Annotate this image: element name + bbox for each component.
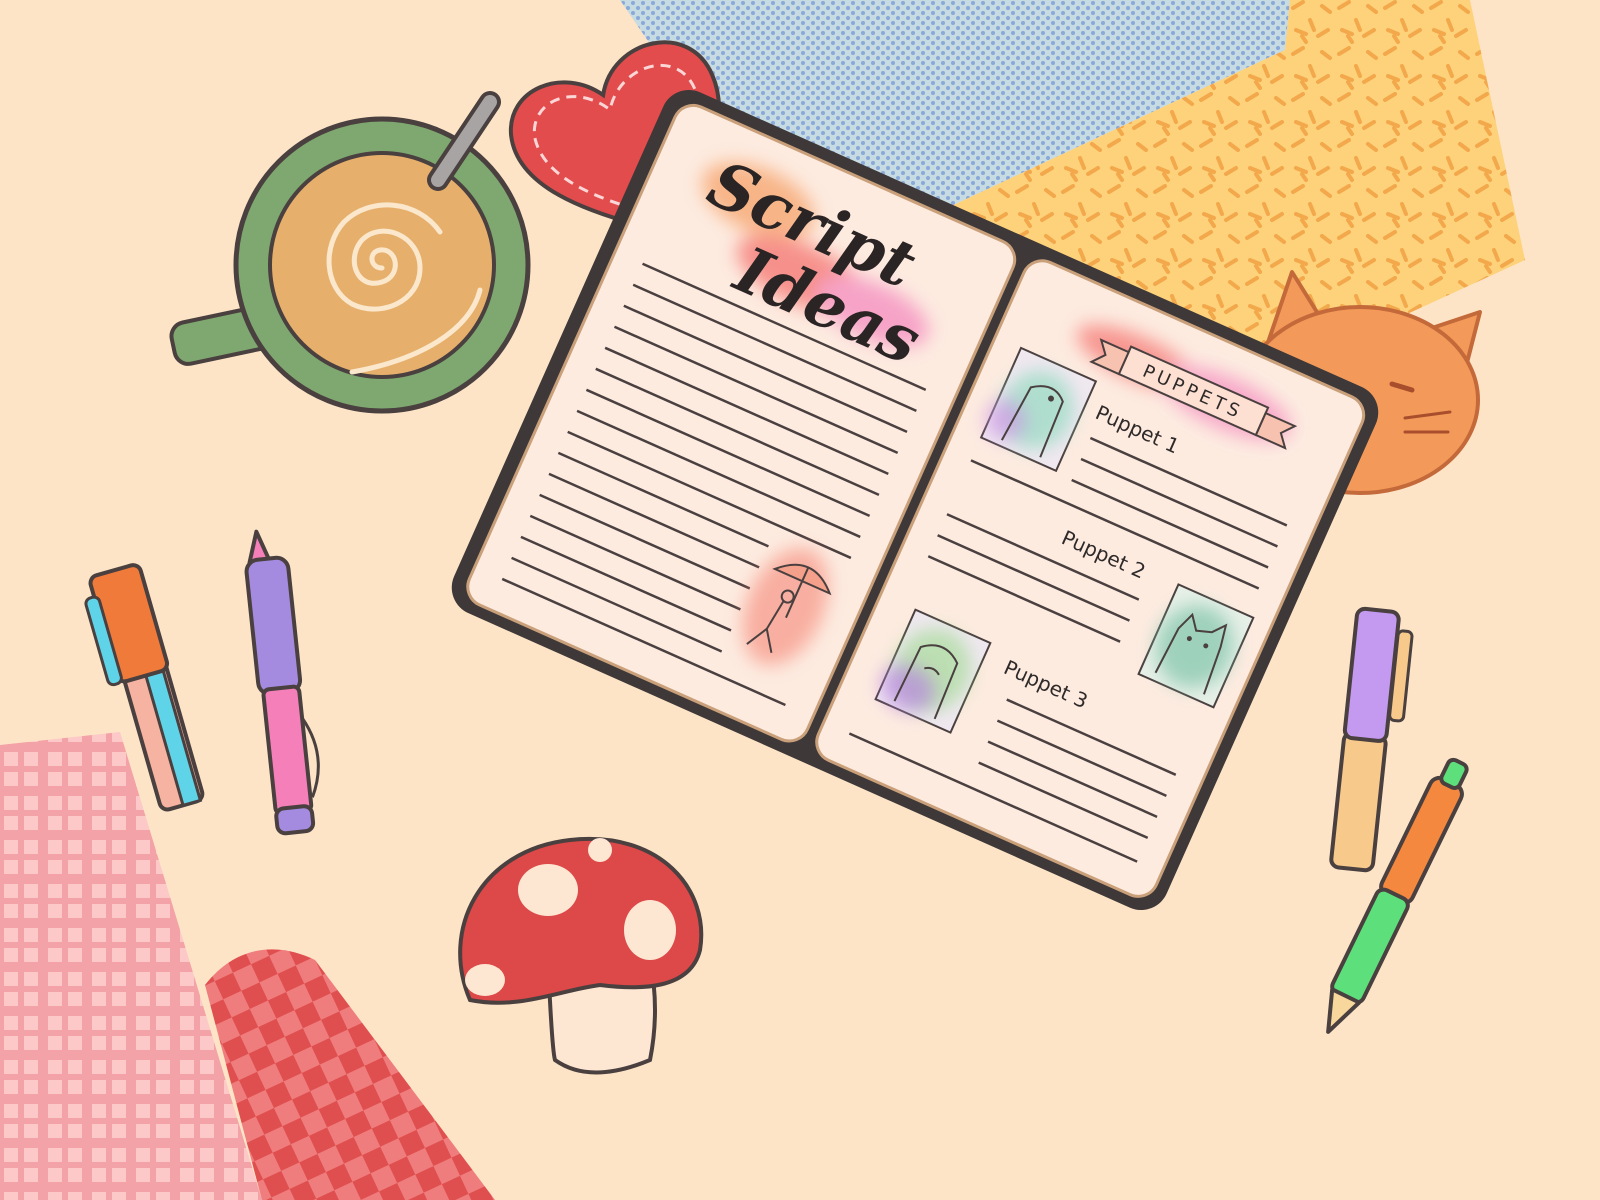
highlighter-lavender: [1329, 606, 1414, 873]
desk-scene: Script Ideas PUPPETS Puppet 1 Puppet 2 P…: [0, 0, 1600, 1200]
coffee-cup: [169, 91, 531, 414]
pen-purple-pink: [244, 529, 320, 836]
mushroom: [458, 836, 704, 1075]
